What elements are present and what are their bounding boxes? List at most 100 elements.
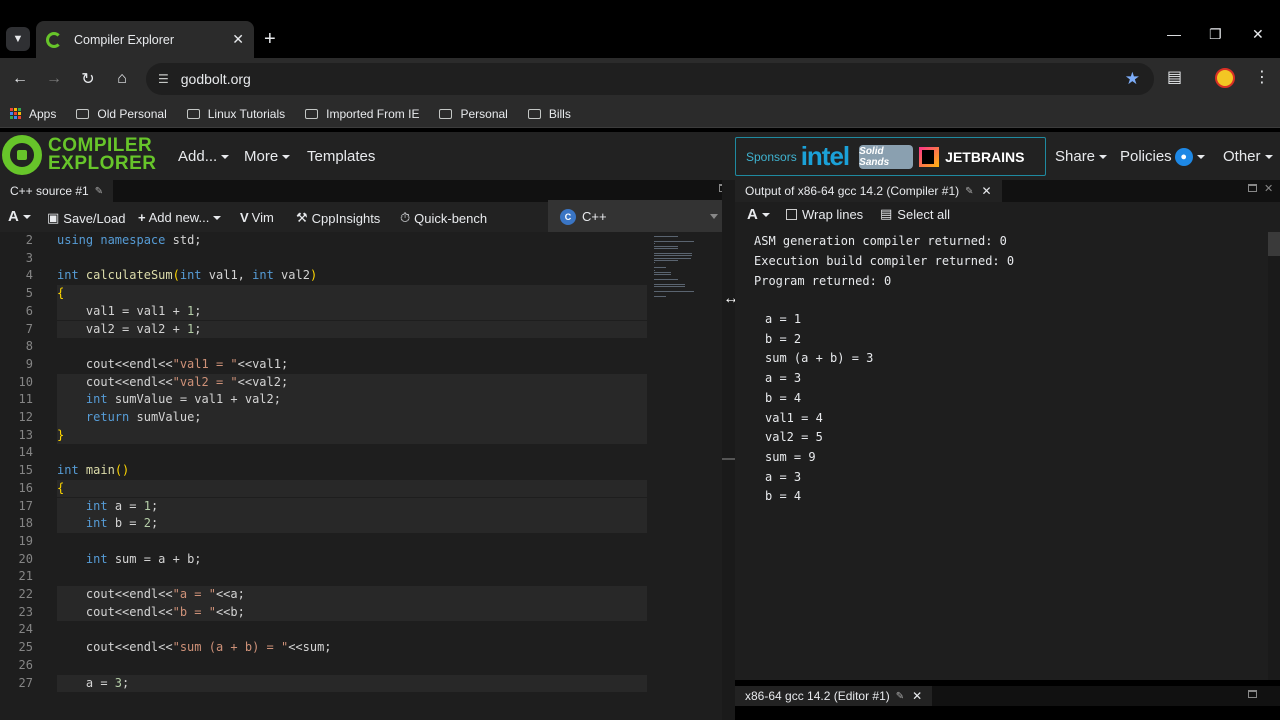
output-console[interactable]: ASM generation compiler returned: 0 Execu… xyxy=(735,228,1280,680)
jetbrains-logo[interactable]: JETBRAINS xyxy=(945,149,1024,165)
code-editor[interactable]: 2 using namespace std; 3 4 int calculateSum(… xyxy=(0,232,722,720)
bookmark-bills[interactable]: Bills xyxy=(527,107,571,121)
line-number: 9 xyxy=(25,356,33,371)
editor-tab-title: C++ source #1 xyxy=(10,184,89,198)
code-line[interactable]: 22 cout<<endl<<"a = "<<a; xyxy=(0,586,722,604)
code-line[interactable]: 7 val2 = val2 + 1; xyxy=(0,320,722,339)
add-menu[interactable]: Add... xyxy=(178,148,230,165)
stdout-line: a = 3 xyxy=(765,469,802,484)
ce-gear-icon xyxy=(2,135,42,175)
browser-tab[interactable]: Compiler Explorer ✕ xyxy=(36,21,254,58)
add-new-button[interactable]: + Add new... xyxy=(138,210,222,225)
code-line[interactable]: 14 xyxy=(0,444,722,462)
code-line[interactable]: 16 { xyxy=(0,479,722,498)
compiler-explorer-favicon-icon xyxy=(46,31,62,48)
code-line[interactable]: 6 val1 = val1 + 1; xyxy=(0,302,722,321)
code-line[interactable]: 25 cout<<endl<<"sum (a + b) = "<<sum; xyxy=(0,639,722,657)
wrap-lines-checkbox[interactable]: Wrap lines xyxy=(786,207,863,222)
splitter-handle[interactable] xyxy=(722,458,735,460)
more-menu-icon[interactable]: ⋮ xyxy=(1254,67,1270,87)
policies-menu[interactable]: Policies ● xyxy=(1120,148,1205,167)
output-maximize-icon[interactable] xyxy=(1248,184,1257,192)
code-line[interactable]: 15 int main() xyxy=(0,462,722,480)
code-line[interactable]: 19 xyxy=(0,533,722,551)
sponsors-box[interactable]: Sponsors intel Solid Sands JETBRAINS xyxy=(735,137,1046,176)
minimize-icon[interactable]: — xyxy=(1167,26,1181,42)
select-all-button[interactable]: ▤ Select all xyxy=(880,206,950,222)
bottom-tab[interactable]: x86-64 gcc 14.2 (Editor #1) ✎ ✕ xyxy=(735,686,933,706)
pane-splitter[interactable] xyxy=(722,180,735,720)
output-scrollbar[interactable] xyxy=(1268,232,1280,680)
tab-search-chevron-icon[interactable]: ▼ xyxy=(6,27,30,51)
new-tab-icon[interactable]: + xyxy=(264,27,276,51)
ce-logo[interactable]: COMPILER EXPLORER xyxy=(2,135,157,175)
font-size-button[interactable]: A xyxy=(8,208,31,225)
code-line[interactable]: 8 xyxy=(0,338,722,356)
code-line[interactable]: 9 cout<<endl<<"val1 = "<<val1; xyxy=(0,356,722,374)
bottom-tab-close-icon[interactable]: ✕ xyxy=(912,689,922,703)
caret-down-icon xyxy=(213,215,222,220)
output-close-icon[interactable]: ✕ xyxy=(1264,182,1273,195)
folder-icon xyxy=(76,108,90,119)
quickbench-button[interactable]: ⏱ Quick-bench xyxy=(400,210,487,226)
code-line[interactable]: 24 xyxy=(0,621,722,639)
solid-sands-logo[interactable]: Solid Sands xyxy=(859,144,914,169)
code-line[interactable]: 5{ xyxy=(0,285,722,303)
back-arrow-icon[interactable]: ← xyxy=(8,67,32,91)
pencil-icon[interactable]: ✎ xyxy=(95,186,103,197)
bookmark-apps[interactable]: Apps xyxy=(10,107,56,121)
forward-arrow-icon[interactable]: → xyxy=(42,67,66,91)
sponsors-label: Sponsors xyxy=(746,149,797,164)
vim-toggle[interactable]: V Vim xyxy=(240,210,274,225)
code-line[interactable]: 20 int sum = a + b; xyxy=(0,551,722,569)
other-menu[interactable]: Other xyxy=(1223,148,1273,165)
bookmark-imported-from-ie[interactable]: Imported From IE xyxy=(305,107,419,121)
code-line[interactable]: 27 a = 3; xyxy=(0,674,722,693)
code-line[interactable]: 4 int calculateSum(int val1, int val2) xyxy=(0,267,722,285)
line-number: 2 xyxy=(25,233,33,247)
font-size-label: A xyxy=(8,208,19,225)
bottom-maximize-icon[interactable] xyxy=(1248,690,1257,698)
site-info-icon[interactable]: ☰ xyxy=(158,72,169,86)
bookmark-star-icon[interactable]: ★ xyxy=(1125,69,1140,89)
output-tab-close-icon[interactable]: ✕ xyxy=(982,184,992,198)
scrollbar-thumb[interactable] xyxy=(1268,232,1280,256)
bookmark-linux-tutorials[interactable]: Linux Tutorials xyxy=(186,107,285,121)
intel-logo[interactable]: intel xyxy=(801,141,850,172)
code-line[interactable]: 21 xyxy=(0,568,722,586)
code-line[interactable]: 13} xyxy=(0,426,722,445)
compiler-status-line: Program returned: 0 xyxy=(754,274,892,288)
more-menu[interactable]: More xyxy=(244,148,291,165)
line-number: 17 xyxy=(18,498,33,513)
output-tab[interactable]: Output of x86-64 gcc 14.2 (Compiler #1) … xyxy=(735,180,1002,202)
save-load-button[interactable]: ▣ Save/Load xyxy=(47,210,125,226)
code-line[interactable]: 26 xyxy=(0,657,722,675)
pencil-icon[interactable]: ✎ xyxy=(896,691,904,702)
address-bar[interactable]: ☰ godbolt.org ★ xyxy=(146,63,1154,95)
code-line[interactable]: 18 int b = 2; xyxy=(0,515,722,533)
extensions-icon[interactable]: ▤ xyxy=(1167,67,1182,87)
profile-avatar[interactable] xyxy=(1215,68,1235,88)
templates-menu[interactable]: Templates xyxy=(307,148,375,165)
code-line[interactable]: 12 return sumValue; xyxy=(0,409,722,427)
editor-tab[interactable]: C++ source #1 ✎ xyxy=(0,180,114,202)
code-line[interactable]: 3 xyxy=(0,250,722,268)
code-line[interactable]: 2 using namespace std; xyxy=(0,232,722,250)
code-line[interactable]: 10 cout<<endl<<"val2 = "<<val2; xyxy=(0,373,722,392)
language-select[interactable]: C C++ xyxy=(548,200,734,233)
output-font-button[interactable]: A xyxy=(747,206,770,223)
bookmark-personal[interactable]: Personal xyxy=(439,107,508,121)
share-menu[interactable]: Share xyxy=(1055,148,1108,165)
bookmark-old-personal[interactable]: Old Personal xyxy=(76,107,167,121)
code-line[interactable]: 23 cout<<endl<<"b = "<<b; xyxy=(0,603,722,622)
window-close-icon[interactable]: ✕ xyxy=(1252,26,1264,43)
cppinsights-button[interactable]: ⚒ CppInsights xyxy=(296,210,380,226)
stdout-line: a = 3 xyxy=(765,371,802,386)
code-line[interactable]: 11 int sumValue = val1 + val2; xyxy=(0,391,722,409)
code-line[interactable]: 17 int a = 1; xyxy=(0,497,722,516)
tab-close-icon[interactable]: ✕ xyxy=(232,31,244,48)
reload-icon[interactable]: ↻ xyxy=(76,67,100,91)
pencil-icon[interactable]: ✎ xyxy=(965,186,973,197)
home-icon[interactable]: ⌂ xyxy=(110,67,134,91)
restore-icon[interactable]: ❐ xyxy=(1209,26,1222,43)
